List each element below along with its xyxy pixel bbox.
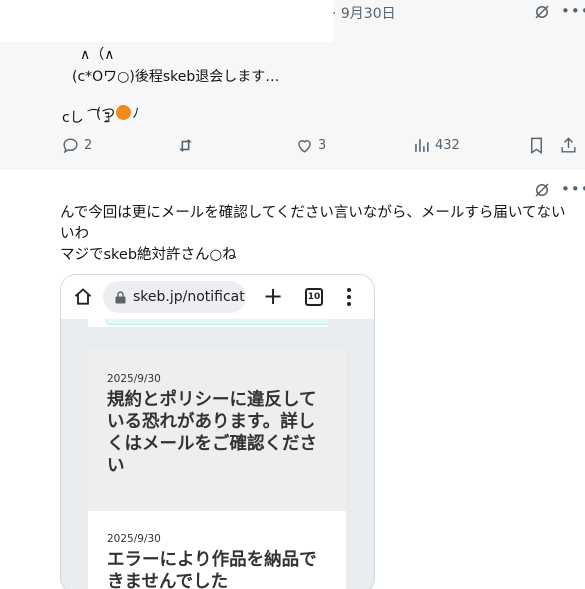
post-1-actions: 2 3 432 (0, 136, 585, 158)
post-header-area (0, 0, 333, 42)
address-url: skeb.jp/notificati (133, 289, 246, 305)
retweet-button[interactable] (176, 136, 195, 155)
post-text-line-1: んで今回は更にメールを確認してください言いながら、メールすら届いてない (60, 205, 566, 221)
views-button[interactable]: 432 (412, 136, 460, 155)
attached-screenshot[interactable]: skeb.jp/notificati + 10 2025/9/30 規約とポリシ… (60, 274, 375, 589)
tab-count-icon: 10 (305, 288, 323, 306)
grok-icon[interactable] (533, 3, 551, 21)
post-text-line-2: いわ (60, 226, 89, 242)
ascii-art-line-1: ∧（∧ (80, 47, 115, 63)
menu-kebab-icon (347, 288, 351, 306)
like-button[interactable]: 3 (295, 136, 326, 155)
post-date[interactable]: · 9月30日 (332, 3, 396, 23)
views-count: 432 (435, 138, 460, 153)
views-chart-icon (415, 139, 429, 152)
ascii-art-line-2: (c*Oワ○)後程skeb退会します… (72, 69, 280, 85)
share-icon (561, 137, 576, 153)
notification-card: 2025/9/30 エラーにより作品を納品できませんでした (88, 511, 346, 589)
browser-toolbar: skeb.jp/notificati + 10 (61, 275, 374, 319)
notification-card: 2025/9/30 規約とポリシーに違反している恐れがあります。詳しくはメールを… (88, 349, 346, 511)
notification-strip-tint (106, 319, 328, 325)
ascii-art-line-4: cし ⁀ ℷ (62, 110, 111, 126)
notification-date: 2025/9/30 (107, 533, 161, 545)
share-button[interactable] (559, 136, 578, 155)
post-1: · 9月30日 ••• ∧（∧ (c*Oワ○)後程skeb退会します… (つﾉ … (0, 0, 585, 168)
new-tab-icon: + (263, 282, 284, 310)
lock-icon (115, 290, 126, 303)
more-options-icon[interactable]: ••• (561, 180, 585, 198)
post-2: ••• んで今回は更にメールを確認してください言いながら、メールすら届いてない … (0, 169, 585, 589)
home-icon (74, 288, 92, 305)
reply-button[interactable]: 2 (61, 136, 92, 155)
notification-date: 2025/9/30 (107, 373, 161, 385)
like-count: 3 (318, 138, 327, 153)
heart-icon (298, 140, 311, 153)
more-options-icon[interactable]: ••• (561, 2, 585, 20)
post-text-line-3: マジでskeb絶対許さん○ね (60, 247, 237, 263)
bookmark-icon (531, 137, 542, 154)
notification-title: 規約とポリシーに違反している恐れがあります。詳しくはメールをご確認ください (107, 390, 317, 476)
notification-title: エラーにより作品を納品できませんでした (107, 550, 317, 589)
reply-icon (63, 138, 78, 154)
orange-emoji-icon (116, 105, 132, 120)
notification-page: 2025/9/30 規約とポリシーに違反している恐れがあります。詳しくはメールを… (88, 319, 348, 589)
address-bar: skeb.jp/notificati (103, 281, 246, 313)
reply-count: 2 (84, 138, 93, 153)
bookmark-button[interactable] (527, 136, 546, 155)
retweet-icon (179, 139, 192, 152)
notification-strip (88, 319, 328, 327)
post-text: んで今回は更にメールを確認してください言いながら、メールすら届いてない いわ マ… (60, 203, 575, 266)
grok-icon[interactable] (533, 181, 551, 199)
